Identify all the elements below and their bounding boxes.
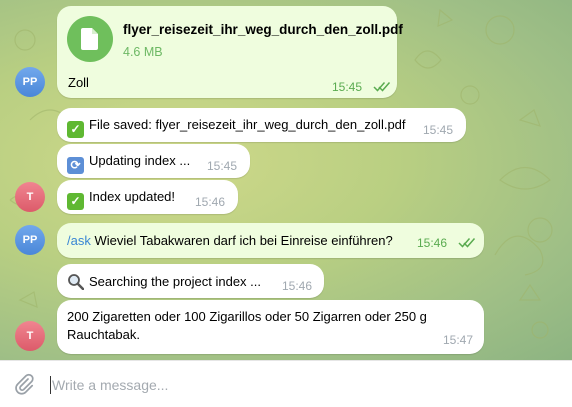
file-message[interactable]: flyer_reisezeit_ihr_weg_durch_den_zoll.p… [57,6,403,98]
message-time: 15:46 [195,195,226,209]
avatar[interactable]: PP [15,225,45,255]
document-icon[interactable] [67,16,113,62]
message-time: 15:45 [207,159,238,173]
message-time: 15:45 [332,80,363,94]
bot-message-updating[interactable]: ⟳ Updating index ... 15:45 [57,144,250,178]
message-text-line-2: Rauchtabak. [67,327,140,342]
message-composer [0,360,572,407]
avatar[interactable]: T [15,182,45,212]
avatar[interactable]: PP [15,67,45,97]
message-text: Searching the project index ... [89,274,261,289]
text-cursor [50,376,51,394]
arrows-cycle-emoji: ⟳ [67,157,84,174]
message-text: Updating index ... [89,153,191,168]
message-text-line-1: 200 Zigaretten oder 100 Zigarillos oder … [67,309,427,324]
avatar[interactable]: T [15,321,45,351]
message-text: File saved: flyer_reisezeit_ihr_weg_durc… [89,117,406,132]
file-size: 4.6 MB [123,45,163,59]
paperclip-icon[interactable] [13,373,35,395]
message-text: Wieviel Tabakwaren darf ich bei Einreise… [94,233,393,248]
message-time: 15:46 [417,236,448,250]
message-text: Index updated! [89,189,176,204]
bot-message-answer[interactable]: 200 Zigaretten oder 100 Zigarillos oder … [57,300,484,354]
message-time: 15:45 [423,123,454,137]
command-link[interactable]: /ask [67,233,91,248]
check-mark-emoji: ✓ [67,121,84,138]
check-mark-emoji: ✓ [67,193,84,210]
double-check-icon [458,238,476,248]
bot-message-index-updated[interactable]: ✓ Index updated! 15:46 [57,180,238,214]
message-caption: Zoll [68,75,89,90]
file-name[interactable]: flyer_reisezeit_ihr_weg_durch_den_zoll.p… [123,22,403,37]
user-message-question[interactable]: /ask Wieviel Tabakwaren darf ich bei Ein… [57,223,484,258]
bot-message-searching[interactable]: Searching the project index ... 15:46 [57,264,324,298]
double-check-icon [373,82,391,92]
message-time: 15:47 [443,333,474,347]
chat-area[interactable]: flyer_reisezeit_ihr_weg_durch_den_zoll.p… [0,0,572,360]
message-input[interactable] [52,375,532,395]
message-time: 15:46 [282,279,313,293]
bot-message-file-saved[interactable]: ✓ File saved: flyer_reisezeit_ihr_weg_dur… [57,108,466,142]
magnifier-emoji [67,273,85,291]
